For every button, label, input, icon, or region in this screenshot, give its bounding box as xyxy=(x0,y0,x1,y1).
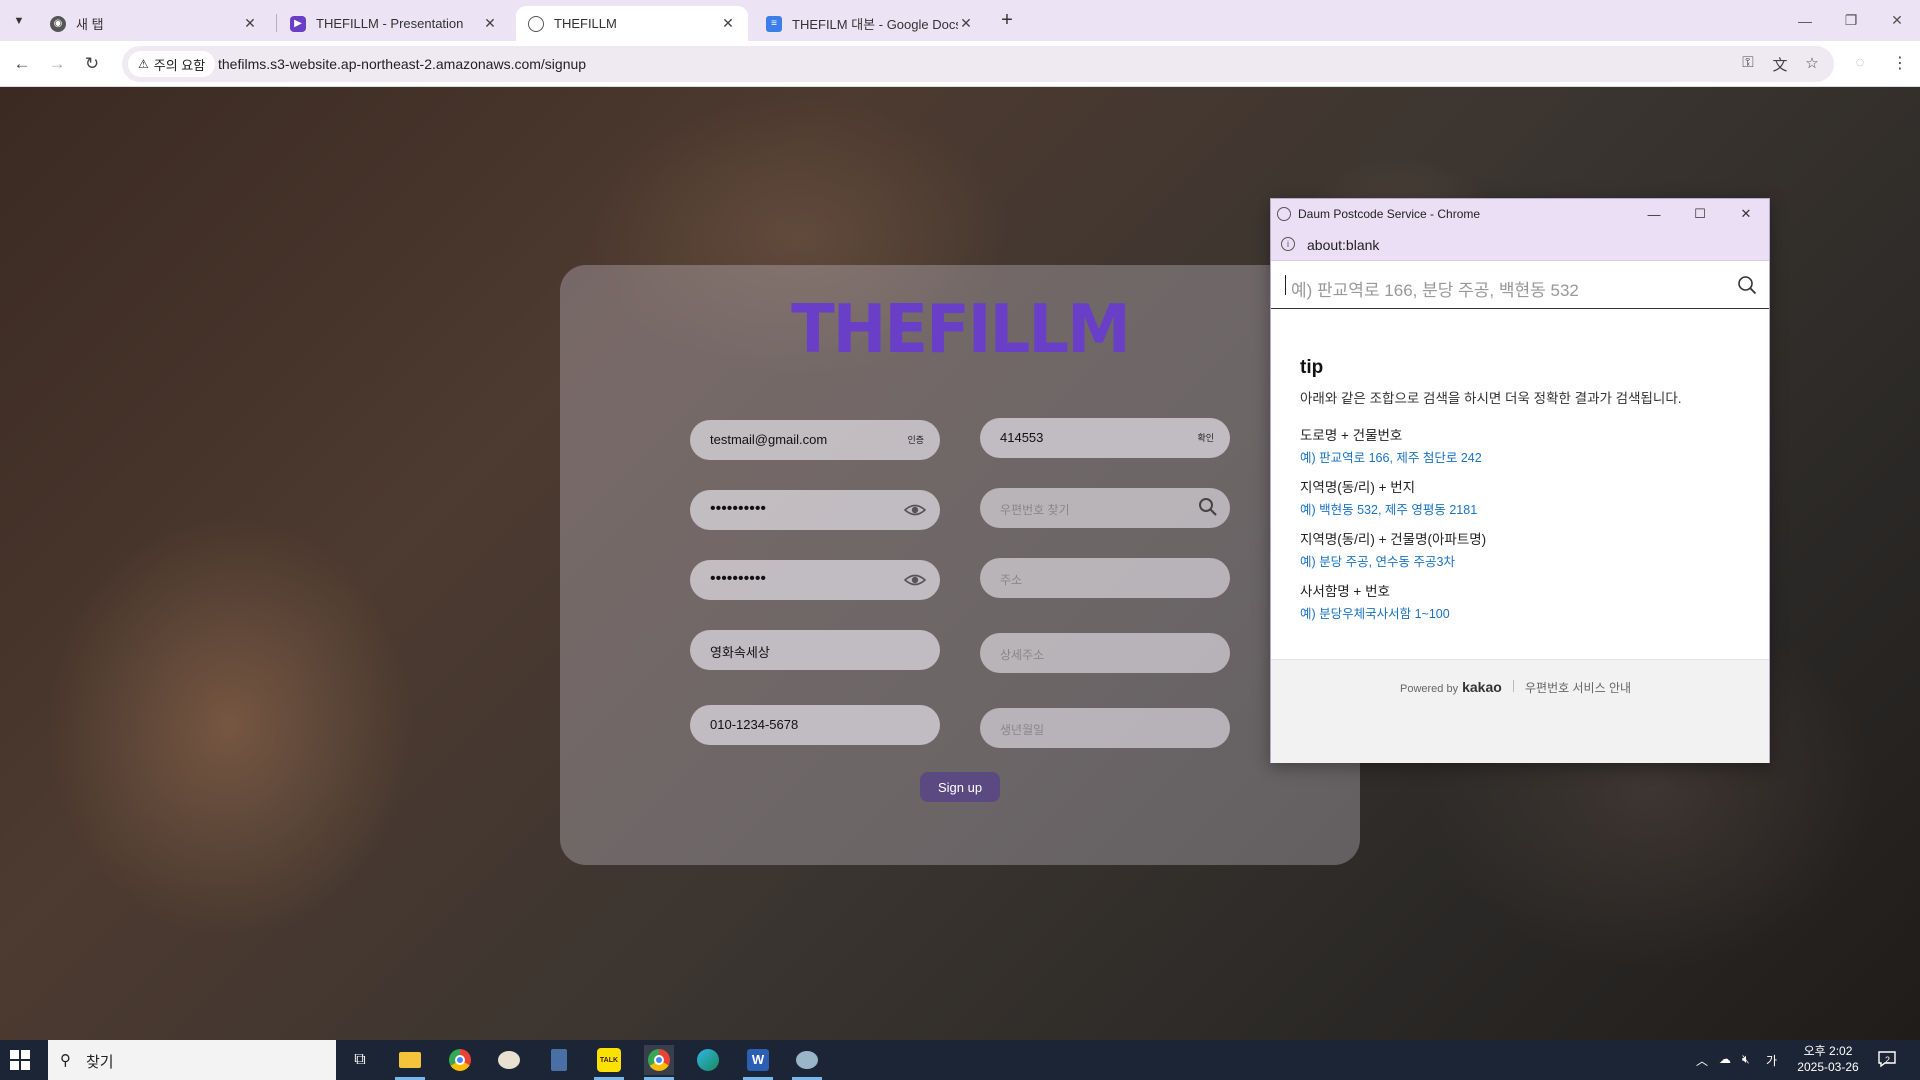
tip-example[interactable]: 예) 분당 주공, 연수동 주공3차 xyxy=(1300,551,1455,570)
code-confirm-button[interactable]: 확인 xyxy=(1197,431,1214,444)
taskbar-search-box[interactable]: ⚲ 찾기 xyxy=(48,1040,336,1080)
postcode-field[interactable]: 우편번호 찾기 xyxy=(980,488,1230,528)
tab-google-docs[interactable]: ≡ THEFILM 대본 - Google Docs ✕ xyxy=(754,6,986,41)
email-field[interactable]: testmail@gmail.com 인증 xyxy=(690,420,940,460)
tip-label: 지역명(동/리) + 번지 xyxy=(1300,480,1416,495)
notification-center-icon[interactable]: 2 xyxy=(1877,1049,1897,1069)
kakao-logo: kakao xyxy=(1462,679,1502,695)
password-field[interactable]: •••••••••• xyxy=(690,490,940,530)
tab-strip: ▼ ◉ 새 탭 ✕ ▶ THEFILLM - Presentation ✕ TH… xyxy=(0,0,1920,41)
browser-toolbar: ← → ↻ ⚠ 주의 요함 thefilms.s3-website.ap-nor… xyxy=(0,41,1920,87)
password-key-icon[interactable]: ⚿ xyxy=(1738,54,1758,74)
address-field[interactable]: 주소 xyxy=(980,558,1230,598)
password-confirm-field[interactable]: •••••••••• xyxy=(690,560,940,600)
volume-muted-icon[interactable]: 🔇︎ xyxy=(1742,1052,1750,1067)
signup-card: THEFILLM testmail@gmail.com 인증 •••••••••… xyxy=(560,265,1360,865)
close-tab-icon[interactable]: ✕ xyxy=(720,15,736,32)
browser-menu-icon[interactable]: ⋮ xyxy=(1892,53,1908,73)
popup-address-bar: i about:blank xyxy=(1271,229,1769,261)
postcode-popup-window: Daum Postcode Service - Chrome — ☐ ✕ i a… xyxy=(1270,198,1770,763)
kakaotalk-icon[interactable]: TALK xyxy=(594,1045,624,1080)
translate-icon[interactable]: 文 xyxy=(1770,54,1790,74)
text-cursor xyxy=(1285,275,1286,295)
tip-heading: tip xyxy=(1300,357,1324,378)
popup-footer: Powered by kakao 우편번호 서비스 안내 xyxy=(1271,659,1769,763)
chrome-window-icon[interactable] xyxy=(644,1045,674,1080)
show-password-icon[interactable] xyxy=(904,570,926,590)
network-icon[interactable]: ☁ xyxy=(1719,1052,1731,1066)
show-password-icon[interactable] xyxy=(904,500,926,520)
slides-icon: ▶ xyxy=(290,15,306,32)
tip-example[interactable]: 예) 백현동 532, 제주 영평동 2181 xyxy=(1300,499,1477,518)
popup-minimize-icon[interactable]: — xyxy=(1631,199,1677,229)
windows-start-icon[interactable] xyxy=(10,1050,30,1070)
reload-button[interactable]: ↻ xyxy=(78,50,106,78)
info-icon[interactable]: i xyxy=(1281,237,1295,251)
paint-icon[interactable] xyxy=(494,1045,524,1075)
close-tab-icon[interactable]: ✕ xyxy=(242,15,258,32)
tip-description: 아래와 같은 조합으로 검색을 하시면 더욱 정확한 결과가 검색됩니다. xyxy=(1300,391,1682,406)
site-icon xyxy=(528,15,544,32)
restore-icon[interactable]: ❐ xyxy=(1828,0,1874,41)
address-bar[interactable]: ⚠ 주의 요함 thefilms.s3-website.ap-northeast… xyxy=(122,46,1834,82)
windows-taskbar: ⚲ 찾기 ⧉ TALK W ︿ ☁ 🔇︎ 가 오후 2:02 2025-03-2… xyxy=(0,1040,1920,1080)
forward-button[interactable]: → xyxy=(43,50,71,78)
extension-icon[interactable]: ◌ xyxy=(1850,54,1870,74)
close-window-icon[interactable]: ✕ xyxy=(1874,0,1920,41)
security-warning-chip[interactable]: ⚠ 주의 요함 xyxy=(128,51,216,77)
tip-label: 지역명(동/리) + 건물명(아파트명) xyxy=(1300,532,1487,547)
close-tab-icon[interactable]: ✕ xyxy=(482,15,498,32)
verification-code-field[interactable]: 414553 확인 xyxy=(980,418,1230,458)
popup-close-icon[interactable]: ✕ xyxy=(1723,199,1769,229)
nickname-field[interactable]: 영화속세상 xyxy=(690,630,940,670)
search-icon[interactable] xyxy=(1198,497,1218,517)
word-icon[interactable]: W xyxy=(743,1045,773,1080)
site-logo: THEFILLM xyxy=(791,291,1131,369)
tip-label: 사서함명 + 번호 xyxy=(1300,584,1390,599)
minimize-icon[interactable]: — xyxy=(1782,0,1828,41)
email-verify-button[interactable]: 인증 xyxy=(907,433,924,446)
postcode-guide-link[interactable]: 우편번호 서비스 안내 xyxy=(1525,679,1631,696)
search-icon: ⚲ xyxy=(60,1052,71,1069)
postcode-search-input[interactable]: 예) 판교역로 166, 분당 주공, 백현동 532 xyxy=(1271,261,1769,309)
close-tab-icon[interactable]: ✕ xyxy=(958,15,974,32)
tab-presentation[interactable]: ▶ THEFILLM - Presentation ✕ xyxy=(278,6,510,41)
ime-indicator[interactable]: 가 xyxy=(1766,1052,1777,1069)
docs-icon: ≡ xyxy=(766,15,782,32)
system-clock[interactable]: 오후 2:02 2025-03-26 xyxy=(1790,1043,1866,1075)
url-text[interactable]: thefilms.s3-website.ap-northeast-2.amazo… xyxy=(218,56,586,72)
search-icon[interactable] xyxy=(1737,275,1757,295)
show-hidden-icons[interactable]: ︿ xyxy=(1696,1052,1708,1069)
bookmark-star-icon[interactable]: ☆ xyxy=(1802,54,1822,74)
edge-icon[interactable] xyxy=(693,1045,723,1075)
back-button[interactable]: ← xyxy=(8,50,36,78)
app-icon[interactable] xyxy=(792,1045,822,1080)
tip-example[interactable]: 예) 분당우체국사서함 1~100 xyxy=(1300,603,1450,622)
tab-new-tab[interactable]: ◉ 새 탭 ✕ xyxy=(38,6,270,41)
tab-search-dropdown[interactable]: ▼ xyxy=(7,9,31,33)
signup-button[interactable]: Sign up xyxy=(920,772,1000,802)
detail-address-field[interactable]: 상세주소 xyxy=(980,633,1230,673)
tab-thefillm[interactable]: THEFILLM ✕ xyxy=(516,6,748,41)
tip-example[interactable]: 예) 판교역로 166, 제주 첨단로 242 xyxy=(1300,447,1482,466)
warning-icon: ⚠ xyxy=(138,57,149,71)
new-tab-button[interactable]: + xyxy=(995,8,1019,32)
birthdate-field[interactable]: 생년월일 xyxy=(980,708,1230,748)
file-explorer-icon[interactable] xyxy=(395,1045,425,1080)
chrome-icon[interactable] xyxy=(445,1045,475,1075)
popup-maximize-icon[interactable]: ☐ xyxy=(1677,199,1723,229)
globe-icon xyxy=(1277,207,1291,221)
task-view-icon[interactable]: ⧉ xyxy=(345,1045,375,1075)
chrome-icon: ◉ xyxy=(50,15,66,32)
calculator-icon[interactable] xyxy=(544,1045,574,1075)
phone-field[interactable]: 010-1234-5678 xyxy=(690,705,940,745)
tip-label: 도로명 + 건물번호 xyxy=(1300,428,1403,443)
